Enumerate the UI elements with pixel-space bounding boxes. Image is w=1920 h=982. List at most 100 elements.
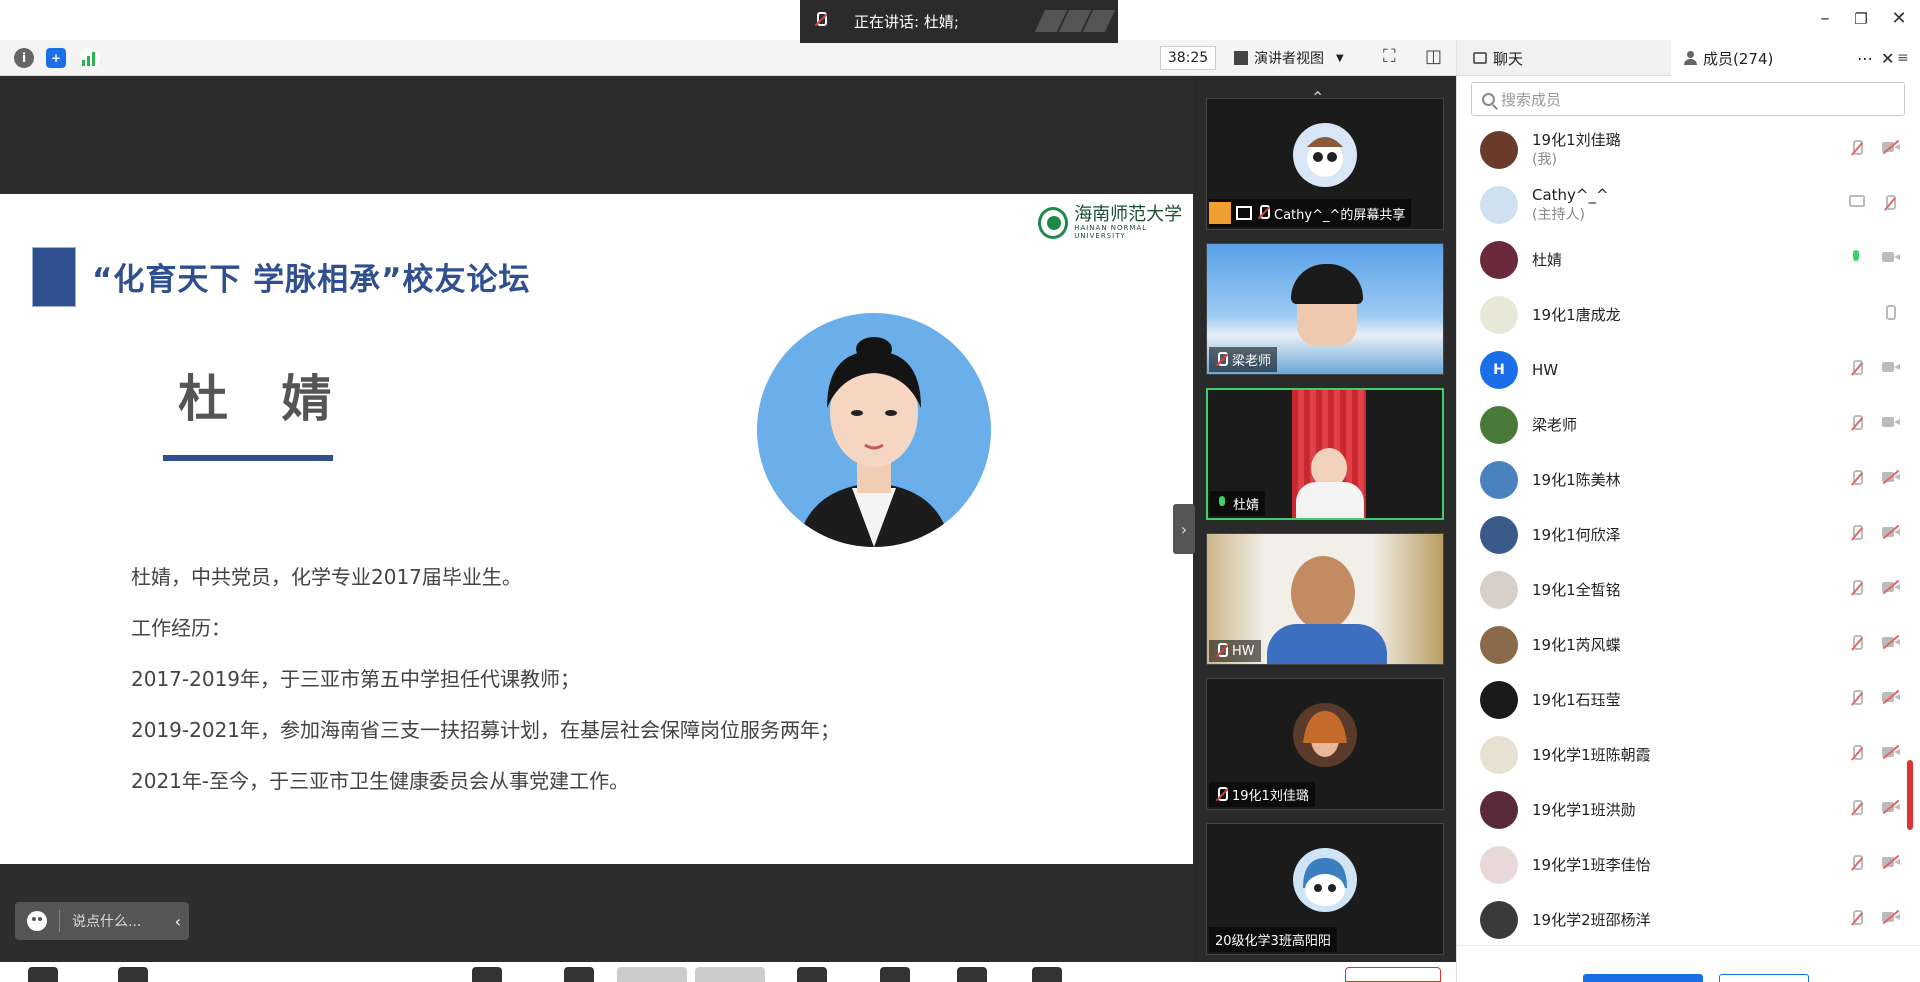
- member-name: 19化学1班陈朝霞: [1532, 745, 1651, 764]
- mic-muted-icon[interactable]: [1849, 580, 1863, 598]
- list-item[interactable]: 19化学1班李佳怡: [1457, 837, 1907, 892]
- mic-muted-icon[interactable]: [1849, 525, 1863, 543]
- tab-chat[interactable]: 聊天: [1469, 40, 1669, 76]
- bio-line: 2021年-至今，于三亚市卫生健康委员会从事党建工作。: [131, 769, 630, 793]
- camera-off-icon[interactable]: [1882, 909, 1900, 925]
- more-options-icon[interactable]: ⋯: [1857, 49, 1873, 68]
- video-tile-active-speaker[interactable]: 杜婧: [1206, 388, 1444, 520]
- tab-chat-label: 聊天: [1493, 49, 1524, 68]
- tile-name: Cathy^_^的屏幕共享: [1274, 207, 1406, 223]
- list-item[interactable]: 19化1刘佳璐 (我): [1457, 122, 1907, 177]
- members-active-icon[interactable]: [617, 967, 687, 982]
- mic-muted-icon[interactable]: [1849, 855, 1863, 873]
- menu-icon[interactable]: ≡: [1897, 50, 1909, 66]
- camera-off-icon[interactable]: [1882, 469, 1900, 485]
- list-item[interactable]: H HW: [1457, 342, 1907, 397]
- chat-placeholder: 说点什么...: [72, 914, 142, 930]
- list-item[interactable]: 19化1何欣泽: [1457, 507, 1907, 562]
- members-icon[interactable]: [564, 967, 594, 982]
- shield-icon[interactable]: +: [46, 48, 66, 68]
- member-role: (我): [1532, 151, 1557, 168]
- list-item[interactable]: 19化1全皙铭: [1457, 562, 1907, 617]
- list-item[interactable]: 19化学2班邵杨洋: [1457, 892, 1907, 947]
- unmute-all-button[interactable]: [1583, 974, 1703, 982]
- list-item[interactable]: 19化1唐成龙: [1457, 287, 1907, 342]
- tile-label: 杜婧: [1210, 491, 1266, 516]
- list-item[interactable]: 19化学1班洪勋: [1457, 782, 1907, 837]
- camera-on-icon[interactable]: [1882, 250, 1900, 264]
- list-item[interactable]: 梁老师: [1457, 397, 1907, 452]
- chevron-down-icon: ▼: [1336, 52, 1344, 64]
- mic-muted-icon[interactable]: [1849, 470, 1863, 488]
- settings-icon[interactable]: [1032, 967, 1062, 982]
- tab-members[interactable]: 成员(274) ⋯ ✕: [1671, 40, 1920, 76]
- logo-text-cn: 海南师范大学: [1074, 204, 1183, 225]
- speaker-name: 杜 婧: [178, 370, 350, 428]
- avatar: [1480, 845, 1518, 884]
- camera-off-icon[interactable]: [1882, 579, 1900, 595]
- camera-off-icon[interactable]: [1882, 634, 1900, 650]
- mic-muted-icon[interactable]: [1882, 195, 1896, 213]
- mic-active-icon[interactable]: [1849, 250, 1863, 268]
- restore-icon[interactable]: ❐: [1846, 10, 1876, 28]
- list-item[interactable]: 19化1石珏莹: [1457, 672, 1907, 727]
- participant-face: [1291, 556, 1355, 630]
- emoji-icon[interactable]: [27, 911, 47, 931]
- camera-off-icon[interactable]: [1882, 689, 1900, 705]
- apps-icon[interactable]: [957, 967, 987, 982]
- camera-off-icon[interactable]: [1882, 799, 1900, 815]
- raise-hand-icon[interactable]: [880, 967, 910, 982]
- camera-off-icon[interactable]: [1882, 854, 1900, 870]
- mic-muted-icon[interactable]: [1849, 910, 1863, 928]
- minimize-icon[interactable]: –: [1810, 8, 1840, 29]
- panel-tabs: 聊天 成员(274) ⋯ ✕ ≡: [1457, 40, 1920, 76]
- chat-icon[interactable]: [695, 967, 765, 982]
- fullscreen-icon[interactable]: ⛶: [1383, 46, 1396, 67]
- camera-off-icon[interactable]: [1882, 139, 1900, 155]
- list-item[interactable]: Cathy^_^ (主持人): [1457, 177, 1907, 232]
- mic-muted-icon[interactable]: [1849, 690, 1863, 708]
- video-tile[interactable]: 梁老师: [1206, 243, 1444, 375]
- video-tile[interactable]: HW: [1206, 533, 1444, 665]
- list-item[interactable]: 19化1芮风蝶: [1457, 617, 1907, 672]
- mic-muted-icon[interactable]: [1849, 635, 1863, 653]
- camera-off-icon[interactable]: [1882, 744, 1900, 760]
- tile-name: 梁老师: [1232, 354, 1272, 369]
- video-off-icon[interactable]: [118, 967, 148, 982]
- list-item[interactable]: 杜婧: [1457, 232, 1907, 287]
- close-window-icon[interactable]: ✕: [1884, 8, 1914, 29]
- member-list-scrollbar[interactable]: [1907, 760, 1913, 830]
- member-name: 19化1刘佳璐: [1532, 130, 1621, 149]
- view-mode-dropdown[interactable]: 演讲者视图 ▼: [1234, 46, 1364, 70]
- info-icon[interactable]: i: [14, 48, 34, 68]
- more-actions-button[interactable]: [1719, 974, 1809, 982]
- quick-chat-input[interactable]: 说点什么... ‹: [15, 902, 189, 940]
- mic-muted-icon[interactable]: [1849, 140, 1863, 158]
- mic-icon[interactable]: [1882, 305, 1896, 323]
- bottom-control-bar: [0, 962, 1456, 982]
- share-screen-icon[interactable]: [472, 967, 502, 982]
- mic-muted-icon[interactable]: [1849, 415, 1863, 433]
- close-panel-icon[interactable]: ✕: [1881, 49, 1894, 68]
- chevron-left-icon[interactable]: ‹: [175, 912, 181, 931]
- camera-off-icon[interactable]: [1882, 524, 1900, 540]
- sidebar-toggle-icon[interactable]: ◫: [1425, 46, 1442, 67]
- leave-button[interactable]: [1345, 967, 1441, 982]
- video-tile[interactable]: ⌄ 20级化学3班高阳阳: [1206, 823, 1444, 955]
- video-tile[interactable]: 19化1刘佳璐: [1206, 678, 1444, 810]
- annotation-tools-icon[interactable]: [1034, 10, 1116, 32]
- list-item[interactable]: 19化1陈美林: [1457, 452, 1907, 507]
- camera-on-icon[interactable]: [1882, 415, 1900, 429]
- mic-muted-icon[interactable]: [1849, 745, 1863, 763]
- camera-on-icon[interactable]: [1882, 360, 1900, 374]
- mic-muted-icon[interactable]: [1849, 360, 1863, 378]
- mic-muted-icon[interactable]: [1849, 800, 1863, 818]
- member-search-input[interactable]: 搜索成员: [1471, 82, 1905, 116]
- signal-icon[interactable]: [80, 48, 100, 68]
- record-icon[interactable]: [797, 967, 827, 982]
- mute-icon[interactable]: [28, 967, 58, 982]
- collapse-strip-button[interactable]: ›: [1173, 504, 1195, 554]
- avatar: [1293, 123, 1357, 187]
- list-item[interactable]: 19化学1班陈朝霞: [1457, 727, 1907, 782]
- video-tile[interactable]: Cathy^_^的屏幕共享: [1206, 98, 1444, 230]
